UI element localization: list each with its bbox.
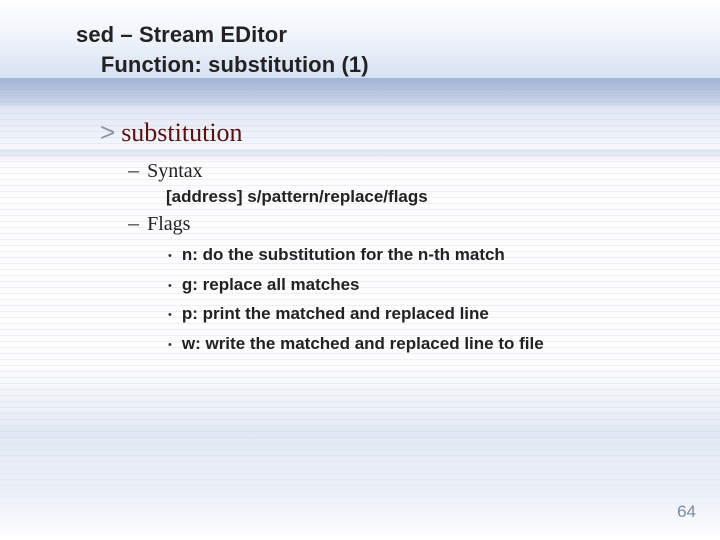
bullet-icon: • bbox=[168, 337, 172, 354]
flag-text: n: do the substitution for the n-th matc… bbox=[182, 242, 505, 268]
bullet-icon: • bbox=[168, 307, 172, 324]
bullet-level1: > substitution bbox=[100, 118, 680, 148]
list-item: • w: write the matched and replaced line… bbox=[168, 331, 680, 357]
decorative-band bbox=[0, 78, 720, 106]
bullet-icon: • bbox=[168, 248, 172, 265]
slide-content: > substitution – Syntax [address] s/patt… bbox=[100, 118, 680, 356]
flag-text: g: replace all matches bbox=[182, 272, 360, 298]
flags-list: • n: do the substitution for the n-th ma… bbox=[168, 242, 680, 356]
page-number: 64 bbox=[677, 502, 696, 522]
flag-text: p: print the matched and replaced line bbox=[182, 301, 489, 327]
title-line-2: Function: substitution (1) bbox=[101, 52, 369, 77]
chevron-right-icon: > bbox=[100, 119, 115, 145]
bullet-level2-syntax: – Syntax bbox=[128, 160, 680, 183]
slide-title: sed – Stream EDitor Function: substituti… bbox=[76, 20, 369, 79]
section-heading: substitution bbox=[121, 118, 242, 148]
syntax-text: [address] s/pattern/replace/flags bbox=[166, 187, 680, 207]
title-line-1: sed – Stream EDitor bbox=[76, 22, 287, 47]
bullet-icon: • bbox=[168, 278, 172, 295]
list-item: • p: print the matched and replaced line bbox=[168, 301, 680, 327]
flags-label: Flags bbox=[147, 213, 190, 236]
list-item: • n: do the substitution for the n-th ma… bbox=[168, 242, 680, 268]
list-item: • g: replace all matches bbox=[168, 272, 680, 298]
syntax-label: Syntax bbox=[147, 160, 203, 183]
flag-text: w: write the matched and replaced line t… bbox=[182, 331, 544, 357]
bullet-level2-flags: – Flags bbox=[128, 213, 680, 236]
dash-icon: – bbox=[128, 214, 139, 234]
dash-icon: – bbox=[128, 161, 139, 181]
